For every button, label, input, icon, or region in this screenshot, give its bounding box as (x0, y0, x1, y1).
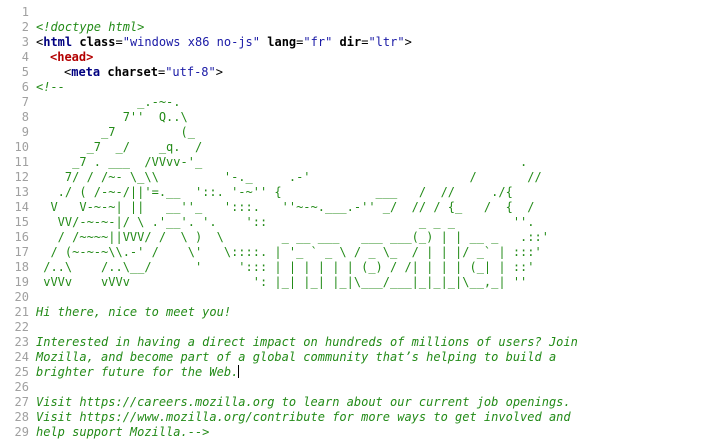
html-tag-name: html (43, 35, 73, 49)
source-line: 29 help support Mozilla.--> (0, 425, 706, 440)
attr-value: "utf-8" (165, 65, 216, 79)
source-line: 19 vVVv vVVv ': |_| |_| |_|\___/___|_|_|… (0, 275, 706, 290)
line-number: 27 (14, 395, 29, 409)
line-number: 28 (14, 410, 29, 424)
source-line: 24 Mozilla, and become part of a global … (0, 350, 706, 365)
line-number: 5 (21, 65, 29, 79)
ascii-art-line: /..\ /..\__/ ' '::: | | | | | | (_) / /|… (36, 260, 535, 274)
line-number: 24 (14, 350, 29, 364)
line-number: 20 (14, 290, 29, 304)
ascii-art-line: _7 _/ _q. / (36, 140, 203, 154)
attr-name: class (79, 35, 116, 49)
line-number: 13 (14, 185, 29, 199)
line-number: 9 (21, 125, 29, 139)
source-viewer[interactable]: 1 2 <!doctype html> 3 <html class="windo… (0, 0, 706, 444)
ascii-art-line: ./ ( /-~-/||'=.__ '::. '-~'' { ___ / // … (36, 185, 513, 199)
source-line: 22 (0, 320, 706, 335)
comment-text: Mozilla, and become part of a global com… (36, 350, 557, 364)
line-number: 18 (14, 260, 29, 274)
ascii-art-line: VV/-~-~-|/ \ .'__'. '. ':: _ _ _ ''. (36, 215, 535, 229)
line-number: 17 (14, 245, 29, 259)
head-tag: <head> (50, 50, 94, 64)
source-line: 17 / (~-~-~\\.-' / \' \::::. | '_ ` _ \ … (0, 245, 706, 260)
source-line: 9 _7 (_ (0, 125, 706, 140)
attr-name: charset (107, 65, 158, 79)
line-number: 26 (14, 380, 29, 394)
attr-value: "windows x86 no-js" (122, 35, 261, 49)
comment-text: Interested in having a direct impact on … (36, 335, 578, 349)
line-number: 19 (14, 275, 29, 289)
source-line: 25 brighter future for the Web. (0, 365, 706, 380)
comment-text: help support Mozilla.--> (36, 425, 210, 439)
attr-value: "fr" (303, 35, 333, 49)
line-number: 21 (14, 305, 29, 319)
ascii-art-line: _.-~-. (36, 95, 181, 109)
code-text: <html class="windows x86 no-js" lang="fr… (36, 35, 412, 49)
source-line: 27 Visit https://careers.mozilla.org to … (0, 395, 706, 410)
ascii-art-line: _7 . ___ /VVvv-'_ . (36, 155, 528, 169)
source-line: 18 /..\ /..\__/ ' '::: | | | | | | (_) /… (0, 260, 706, 275)
source-line: 23 Interested in having a direct impact … (0, 335, 706, 350)
source-line: 6 <!-- (0, 80, 706, 95)
line-number: 23 (14, 335, 29, 349)
source-line: 14 V V-~-~| || __''_ ':::. ''~-~.___.-''… (0, 200, 706, 215)
source-line: 3 <html class="windows x86 no-js" lang="… (0, 35, 706, 50)
line-number: 22 (14, 320, 29, 334)
ascii-art-line: vVVv vVVv ': |_| |_| |_|\___/___|_|_|_|\… (36, 275, 528, 289)
doctype-text: <!doctype html> (36, 20, 145, 34)
source-line: 13 ./ ( /-~-/||'=.__ '::. '-~'' { ___ / … (0, 185, 706, 200)
source-line: 8 7'' Q..\ (0, 110, 706, 125)
comment-text: Hi there, nice to meet you! (36, 305, 232, 319)
source-line: 12 7/ / /~- \_\\ '-._ .-' / // (0, 170, 706, 185)
source-line: 11 _7 . ___ /VVvv-'_ . (0, 155, 706, 170)
line-number: 4 (21, 50, 29, 64)
comment-text: Visit https://www.mozilla.org/contribute… (36, 410, 571, 424)
attr-value: "ltr" (368, 35, 405, 49)
source-line: 1 (0, 5, 706, 20)
line-number: 29 (14, 425, 29, 439)
source-line: 15 VV/-~-~-|/ \ .'__'. '. ':: _ _ _ ''. (0, 215, 706, 230)
code-text: <meta charset="utf-8"> (64, 65, 223, 79)
tag-close-bracket: > (215, 65, 223, 79)
line-number: 1 (21, 5, 29, 19)
ascii-art-line: 7'' Q..\ (36, 110, 188, 124)
line-number: 11 (14, 155, 29, 169)
line-number: 25 (14, 365, 29, 379)
line-number: 10 (14, 140, 29, 154)
source-line: 10 _7 _/ _q. / (0, 140, 706, 155)
tag-close-bracket: > (404, 35, 412, 49)
comment-text: brighter future for the Web. (36, 365, 240, 380)
source-line: 4 <head> (0, 50, 706, 65)
source-line: 7 _.-~-. (0, 95, 706, 110)
ascii-art-line: _7 (_ (36, 125, 195, 139)
comment-text: <!-- (36, 80, 65, 94)
source-line: 28 Visit https://www.mozilla.org/contrib… (0, 410, 706, 425)
line-number: 7 (21, 95, 29, 109)
ascii-art-line: 7/ / /~- \_\\ '-._ .-' / // (36, 170, 542, 184)
meta-tag-name: meta (71, 65, 101, 79)
line-number: 8 (21, 110, 29, 124)
source-line: 21 Hi there, nice to meet you! (0, 305, 706, 320)
source-line: 16 / /~~~~||VVV/ / \ ) \ _ __ ___ ___ __… (0, 230, 706, 245)
line-number: 3 (21, 35, 29, 49)
source-line: 2 <!doctype html> (0, 20, 706, 35)
source-line: 26 (0, 380, 706, 395)
line-number: 6 (21, 80, 29, 94)
text-cursor (238, 365, 240, 378)
attr-name: dir (339, 35, 362, 49)
line-number: 14 (14, 200, 29, 214)
line-number: 15 (14, 215, 29, 229)
line-number: 2 (21, 20, 29, 34)
line-number: 16 (14, 230, 29, 244)
ascii-art-line: V V-~-~| || __''_ ':::. ''~-~.___.-'' _/… (36, 200, 535, 214)
source-line: 5 <meta charset="utf-8"> (0, 65, 706, 80)
source-line: 20 (0, 290, 706, 305)
ascii-art-line: / (~-~-~\\.-' / \' \::::. | '_ ` _ \ / _… (36, 245, 542, 259)
line-number: 12 (14, 170, 29, 184)
attr-name: lang (267, 35, 297, 49)
comment-text: Visit https://careers.mozilla.org to lea… (36, 395, 571, 409)
comment-text-span: brighter future for the Web. (36, 365, 239, 379)
ascii-art-line: / /~~~~||VVV/ / \ ) \ _ __ ___ ___ ___(_… (36, 230, 549, 244)
